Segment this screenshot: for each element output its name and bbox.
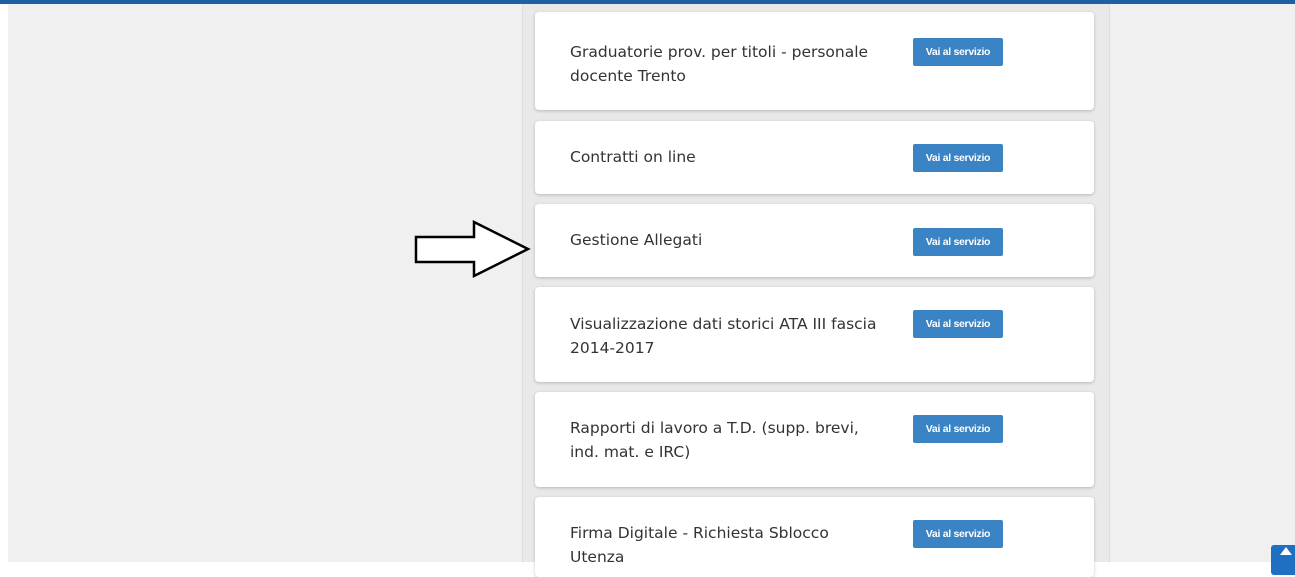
service-title: Gestione Allegati [570, 231, 703, 249]
service-title: Contratti on line [570, 148, 696, 166]
service-title: Graduatorie prov. per titoli - personale… [570, 43, 869, 85]
service-card: Gestione Allegati Vai al servizio [535, 204, 1094, 277]
service-title: Rapporti di lavoro a T.D. (supp. brevi, … [570, 419, 859, 461]
service-card: Rapporti di lavoro a T.D. (supp. brevi, … [535, 392, 1094, 487]
open-service-button[interactable]: Vai al servizio [913, 228, 1003, 256]
open-service-button[interactable]: Vai al servizio [913, 520, 1003, 548]
service-card: Graduatorie prov. per titoli - personale… [535, 12, 1094, 110]
service-card: Firma Digitale - Richiesta Sblocco Utenz… [535, 497, 1094, 577]
arrow-right-icon [414, 220, 531, 279]
open-service-button[interactable]: Vai al servizio [913, 38, 1003, 66]
scroll-to-top-button[interactable] [1271, 545, 1295, 575]
service-title: Visualizzazione dati storici ATA III fas… [570, 315, 877, 357]
service-card: Visualizzazione dati storici ATA III fas… [535, 287, 1094, 382]
open-service-button[interactable]: Vai al servizio [913, 415, 1003, 443]
service-card: Contratti on line Vai al servizio [535, 121, 1094, 194]
open-service-button[interactable]: Vai al servizio [913, 310, 1003, 338]
arrow-up-icon [1280, 547, 1292, 555]
open-service-button[interactable]: Vai al servizio [913, 144, 1003, 172]
